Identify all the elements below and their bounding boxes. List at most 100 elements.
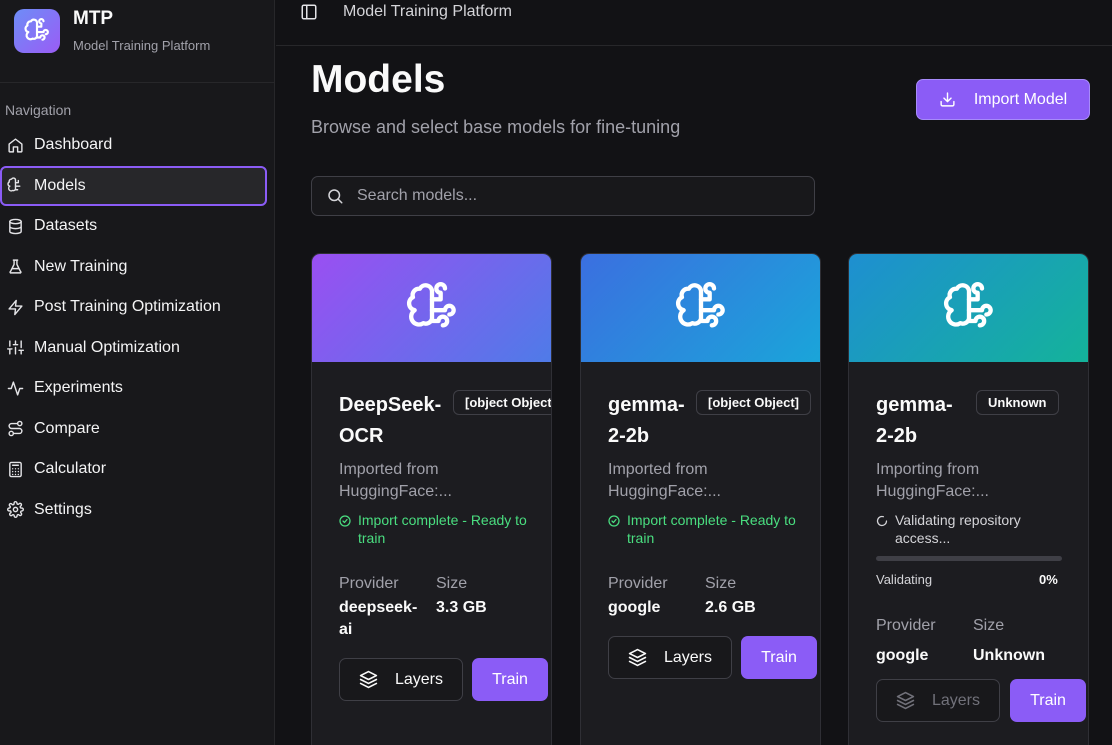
sidebar-item-label: Dashboard xyxy=(34,136,113,153)
search-box xyxy=(311,176,815,216)
sidebar-item-settings[interactable]: Settings xyxy=(0,490,267,530)
sidebar-item-label: Calculator xyxy=(34,460,107,477)
sidebar-divider xyxy=(0,82,275,83)
model-description: Importing from HuggingFace:... xyxy=(876,461,989,500)
brand-subtitle: Model Training Platform xyxy=(73,38,211,53)
brand-name: MTP xyxy=(73,8,114,29)
train-button[interactable]: Train xyxy=(472,658,548,701)
sidebar-item-label: Models xyxy=(34,176,86,194)
provider-value: deepseek-ai xyxy=(339,599,418,638)
provider-label: Provider xyxy=(608,575,668,592)
layers-button[interactable]: Layers xyxy=(339,658,463,701)
brand-logo xyxy=(14,8,60,53)
topbar: Model Training Platform xyxy=(276,0,1112,46)
model-name: DeepSeek-OCR xyxy=(339,394,442,447)
layers-icon xyxy=(628,648,647,667)
page-subtitle: Browse and select base models for fine-t… xyxy=(311,117,681,137)
model-name: gemma-2-2b xyxy=(608,394,685,447)
card-banner xyxy=(581,254,820,362)
brain-icon xyxy=(406,282,456,328)
route-icon xyxy=(8,420,23,437)
topbar-title: Model Training Platform xyxy=(343,3,512,20)
sliders-icon xyxy=(7,340,24,355)
sidebar-item-label: Manual Optimization xyxy=(34,338,180,356)
model-card-gemma-2-2b[interactable]: gemma-2-2b [object Object] Imported from… xyxy=(580,253,821,745)
brain-icon xyxy=(943,282,993,328)
layers-icon xyxy=(359,670,378,689)
sidebar: MTP Model Training Platform Navigation D… xyxy=(0,0,275,745)
loader-icon xyxy=(876,515,888,527)
model-badge: Unknown xyxy=(976,390,1059,415)
database-icon xyxy=(9,218,22,234)
model-description: Imported from HuggingFace:... xyxy=(339,461,452,500)
sidebar-item-models[interactable]: Models xyxy=(0,165,267,206)
sidebar-item-dashboard[interactable]: Dashboard xyxy=(0,125,267,165)
zap-icon xyxy=(8,299,23,315)
model-card-gemma-2-2b-importing[interactable]: gemma-2-2b Unknown Importing from Huggin… xyxy=(848,253,1089,745)
sidebar-item-new-training[interactable]: New Training xyxy=(0,247,267,287)
sidebar-nav: Dashboard Models Datasets New Training P… xyxy=(0,125,267,530)
model-description: Imported from HuggingFace:... xyxy=(608,461,721,500)
provider-value: google xyxy=(608,599,661,616)
model-badge: [object Object] xyxy=(696,390,812,415)
page-title: Models xyxy=(311,58,446,101)
import-model-button[interactable]: Import Model xyxy=(916,79,1090,120)
sidebar-item-label: New Training xyxy=(34,257,128,275)
brand[interactable]: MTP Model Training Platform xyxy=(14,8,210,53)
status-text: Import complete - Ready to train xyxy=(627,512,796,546)
sidebar-item-label: Compare xyxy=(34,419,100,437)
sidebar-item-calculator[interactable]: Calculator xyxy=(0,449,267,489)
brain-icon xyxy=(7,177,21,192)
sidebar-toggle-icon[interactable] xyxy=(300,3,318,21)
sidebar-item-experiments[interactable]: Experiments xyxy=(0,368,267,408)
layers-icon xyxy=(896,691,915,710)
brain-icon xyxy=(24,17,49,41)
size-label: Size xyxy=(705,575,737,592)
layers-button[interactable]: Layers xyxy=(608,636,732,679)
progress-value: 0% xyxy=(1039,572,1058,587)
train-button[interactable]: Train xyxy=(741,636,817,679)
search-icon xyxy=(328,189,343,204)
size-value: 3.3 GB xyxy=(436,599,487,616)
layers-label: Layers xyxy=(663,648,713,666)
size-label: Size xyxy=(436,575,468,592)
import-status: Validating repository access... xyxy=(876,511,1071,547)
nav-heading: Navigation xyxy=(5,102,72,118)
sidebar-item-manual-optimization[interactable]: Manual Optimization xyxy=(0,328,267,368)
search-input[interactable] xyxy=(357,187,777,205)
import-status: Import complete - Ready to train xyxy=(339,511,534,547)
app-shell: MTP Model Training Platform Navigation D… xyxy=(0,0,1112,745)
gear-icon xyxy=(7,501,24,518)
layers-button[interactable]: Layers xyxy=(876,679,1000,722)
sidebar-item-datasets[interactable]: Datasets xyxy=(0,206,267,246)
sidebar-item-label: Experiments xyxy=(34,379,123,396)
card-banner xyxy=(312,254,551,362)
train-button[interactable]: Train xyxy=(1010,679,1086,722)
brand-text: MTP Model Training Platform xyxy=(73,8,210,53)
import-model-label: Import Model xyxy=(973,90,1068,108)
calculator-icon xyxy=(9,461,22,477)
progress-label: Validating xyxy=(876,572,933,587)
sidebar-item-label: Post Training Optimization xyxy=(34,298,221,315)
sidebar-item-post-training-optimization[interactable]: Post Training Optimization xyxy=(0,287,267,327)
size-label: Size xyxy=(973,617,1005,634)
status-text: Validating repository access... xyxy=(895,512,1021,546)
model-card-deepseek-ocr[interactable]: DeepSeek-OCR [object Object] Imported fr… xyxy=(311,253,552,745)
progress-bar xyxy=(876,556,1062,561)
layers-label: Layers xyxy=(931,691,981,709)
brain-icon xyxy=(675,282,725,328)
import-status: Import complete - Ready to train xyxy=(608,511,803,547)
download-icon xyxy=(940,92,955,107)
flask-icon xyxy=(9,259,22,274)
sidebar-item-compare[interactable]: Compare xyxy=(0,409,267,449)
status-text: Import complete - Ready to train xyxy=(358,512,527,546)
activity-icon xyxy=(7,380,24,396)
model-name: gemma-2-2b xyxy=(876,394,953,447)
check-circle-icon xyxy=(339,515,351,527)
home-icon xyxy=(8,137,23,153)
sidebar-item-label: Datasets xyxy=(34,217,98,234)
model-badge: [object Object] xyxy=(453,390,551,415)
provider-label: Provider xyxy=(876,617,936,634)
provider-label: Provider xyxy=(339,575,399,592)
sidebar-item-label: Settings xyxy=(34,500,92,518)
